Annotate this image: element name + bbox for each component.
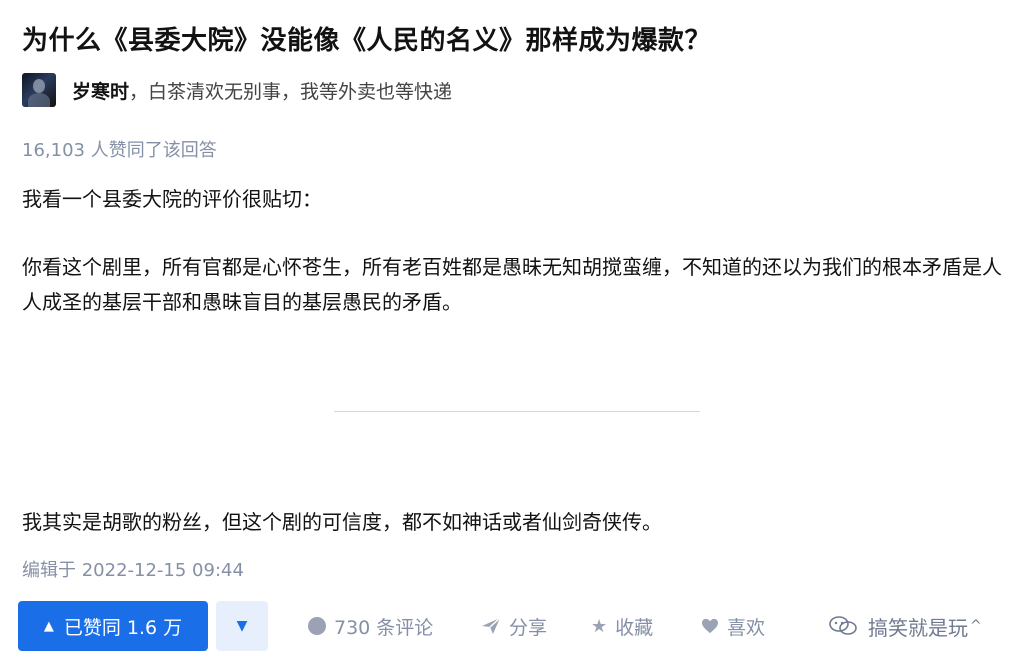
paper-plane-icon [482,617,501,634]
answer-paragraph: 你看这个剧里，所有官都是心怀苍生，所有老百姓都是愚昧无知胡搅蛮缠，不知道的还以为… [22,255,1002,314]
author-name[interactable]: 岁寒时 [72,77,129,104]
share-button[interactable]: 分享 [481,601,547,651]
comment-bubble-icon [308,617,326,635]
author-bio: ，白茶清欢无别事，我等外卖也等快递 [129,80,453,103]
watermark: 搞笑就是玩 ^ [828,601,982,651]
favorite-button-label: 收藏 [615,616,654,639]
wechat-logo-icon [829,616,857,635]
triangle-up-icon: ▲ [43,618,54,634]
share-button-label: 分享 [509,616,548,639]
question-title[interactable]: 为什么《县委大院》没能像《人民的名义》那样成为爆款？ [22,20,711,57]
answer-paragraph: 我看一个县委大院的评价很贴切： [22,187,322,211]
favorite-button[interactable]: ★ 收藏 [591,601,653,651]
comment-button-label: 730 条评论 [334,616,434,639]
author-row: 岁寒时 ，白茶清欢无别事，我等外卖也等快递 [22,70,452,110]
section-divider [334,411,700,412]
upvote-button-label: 已赞同 1.6 万 [63,616,183,639]
triangle-down-icon: ▼ [236,618,248,634]
star-icon: ★ [591,615,608,637]
downvote-button[interactable]: ▼ [216,601,268,651]
like-button-label: 喜欢 [727,616,766,639]
caret-up-icon[interactable]: ^ [970,618,982,634]
answer-paragraph: 我其实是胡歌的粉丝，但这个剧的可信度，都不如神话或者仙剑奇侠传。 [22,510,662,534]
edit-timestamp: 编辑于 2022-12-15 09:44 [22,560,244,581]
comment-button[interactable]: 730 条评论 [308,601,433,651]
heart-icon [702,618,718,634]
author-avatar[interactable] [22,73,56,107]
action-bar: ▲ 已赞同 1.6 万 ▼ 730 条评论 分享 ★ 收藏 喜欢 搞笑就是玩 ^ [18,601,1018,651]
like-button[interactable]: 喜欢 [701,601,765,651]
answer-page: 为什么《县委大院》没能像《人民的名义》那样成为爆款？ 岁寒时 ，白茶清欢无别事，… [0,0,1024,672]
upvote-count-text: 16,103 人赞同了该回答 [22,140,217,161]
watermark-text: 搞笑就是玩 [868,615,968,640]
upvote-button[interactable]: ▲ 已赞同 1.6 万 [18,601,208,651]
